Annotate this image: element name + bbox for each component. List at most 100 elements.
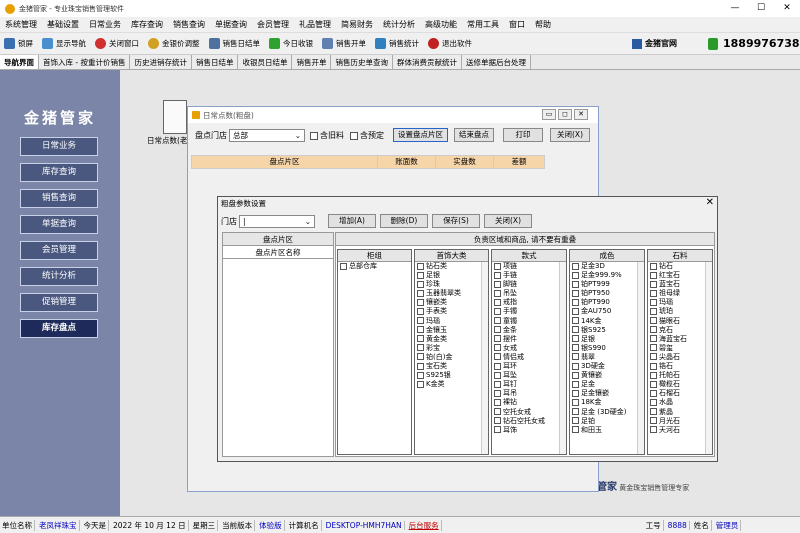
print-button[interactable]: 打印 <box>503 128 543 142</box>
option-checkbox[interactable] <box>572 289 579 297</box>
option-checkbox[interactable] <box>650 426 657 434</box>
sidebar-item-stats[interactable]: 统计分析 <box>20 267 98 286</box>
option-checkbox[interactable] <box>572 317 579 325</box>
option-item[interactable]: 耳环 <box>492 362 566 371</box>
option-checkbox[interactable] <box>494 389 501 397</box>
inv-maximize-button[interactable]: ◻ <box>558 109 572 120</box>
option-item[interactable]: 手表类 <box>415 307 488 316</box>
sidebar-item-bills[interactable]: 单据查询 <box>20 215 98 234</box>
sidebar-item-sales[interactable]: 销售查询 <box>20 189 98 208</box>
option-item[interactable]: 手镯 <box>492 307 566 316</box>
option-item[interactable]: 猫眼石 <box>648 317 712 326</box>
option-checkbox[interactable] <box>650 417 657 425</box>
option-item[interactable]: 金镶玉 <box>415 326 488 335</box>
option-checkbox[interactable] <box>650 335 657 343</box>
option-item[interactable]: 铂PT999 <box>570 280 644 289</box>
option-item[interactable]: 天河石 <box>648 426 712 435</box>
option-item[interactable]: 海蓝宝石 <box>648 335 712 344</box>
option-checkbox[interactable] <box>572 426 579 434</box>
close-inv-button[interactable]: 关闭(X) <box>550 128 590 142</box>
option-checkbox[interactable] <box>650 408 657 415</box>
menu-item[interactable]: 高级功能 <box>425 19 457 30</box>
tab-sales-history[interactable]: 销售历史单查询 <box>331 55 393 69</box>
option-checkbox[interactable] <box>494 298 501 306</box>
option-item[interactable]: 项链 <box>492 262 566 271</box>
option-item[interactable]: 耳坠 <box>492 371 566 380</box>
set-zone-button[interactable]: 设置盘点片区 <box>393 128 448 142</box>
tab-group-stats[interactable]: 群体消费贡献统计 <box>392 55 462 69</box>
lock-screen-button[interactable]: 锁屏 <box>4 38 33 49</box>
menu-item[interactable]: 单据查询 <box>215 19 247 30</box>
option-checkbox[interactable] <box>650 380 657 388</box>
option-checkbox[interactable] <box>417 335 424 343</box>
website-link[interactable]: 金猪官网 <box>632 38 677 49</box>
option-item[interactable]: 彩宝 <box>415 344 488 353</box>
sales-stats-button[interactable]: 销售统计 <box>375 38 419 49</box>
option-checkbox[interactable] <box>572 280 579 288</box>
menu-item[interactable]: 基础设置 <box>47 19 79 30</box>
option-item[interactable]: 尖晶石 <box>648 353 712 362</box>
option-checkbox[interactable] <box>494 307 501 315</box>
option-checkbox[interactable] <box>494 344 501 352</box>
option-item[interactable]: 脚链 <box>492 280 566 289</box>
option-checkbox[interactable] <box>417 298 424 306</box>
option-checkbox[interactable] <box>417 307 424 315</box>
option-item[interactable]: 祖母绿 <box>648 289 712 298</box>
option-checkbox[interactable] <box>650 362 657 370</box>
option-checkbox[interactable] <box>650 289 657 297</box>
inv-minimize-button[interactable]: ▭ <box>542 109 556 120</box>
dialog-close-icon[interactable]: ✕ <box>706 197 714 208</box>
option-item[interactable]: 钻石类 <box>415 262 488 271</box>
option-item[interactable]: 金AU750 <box>570 307 644 316</box>
option-item[interactable]: 手链 <box>492 271 566 280</box>
delete-button[interactable]: 删除(D) <box>380 214 428 228</box>
option-checkbox[interactable] <box>417 280 424 288</box>
option-checkbox[interactable] <box>572 408 579 415</box>
style-scrollbar[interactable] <box>559 262 566 454</box>
option-item[interactable]: 14K金 <box>570 317 644 326</box>
tab-cashier-daily[interactable]: 收银员日结单 <box>238 55 293 69</box>
option-checkbox[interactable] <box>572 398 579 406</box>
option-item[interactable]: 琥珀 <box>648 307 712 316</box>
option-checkbox[interactable] <box>650 262 657 270</box>
tab-sales-order[interactable]: 销售开单 <box>292 55 332 69</box>
option-checkbox[interactable] <box>572 335 579 343</box>
option-checkbox[interactable] <box>417 380 424 388</box>
option-checkbox[interactable] <box>494 271 501 279</box>
minimize-button[interactable]: — <box>722 0 748 17</box>
option-item[interactable]: 耳饰 <box>492 426 566 435</box>
option-checkbox[interactable] <box>572 262 579 270</box>
menu-item[interactable]: 日常业务 <box>89 19 121 30</box>
option-item[interactable]: 摆件 <box>492 335 566 344</box>
option-checkbox[interactable] <box>494 408 501 415</box>
option-checkbox[interactable] <box>417 362 424 370</box>
inventory-shortcut-icon[interactable] <box>163 100 187 134</box>
option-checkbox[interactable] <box>417 371 424 379</box>
sidebar-item-inventory[interactable]: 库存盘点 <box>20 319 98 338</box>
option-checkbox[interactable] <box>417 344 424 352</box>
option-checkbox[interactable] <box>572 344 579 352</box>
option-item[interactable]: 黄金类 <box>415 335 488 344</box>
exit-button[interactable]: 退出软件 <box>428 38 472 49</box>
option-item[interactable]: 足金999.9% <box>570 271 644 280</box>
menu-item[interactable]: 库存查询 <box>131 19 163 30</box>
option-checkbox[interactable] <box>650 307 657 315</box>
option-checkbox[interactable] <box>572 326 579 334</box>
option-checkbox[interactable] <box>417 317 424 325</box>
option-checkbox[interactable] <box>494 326 501 334</box>
option-item[interactable]: 足金 (3D硬金) <box>570 408 644 417</box>
gold-price-button[interactable]: 金银价调整 <box>148 38 200 49</box>
option-checkbox[interactable] <box>494 353 501 361</box>
sidebar-item-stock[interactable]: 库存查询 <box>20 163 98 182</box>
option-item[interactable]: 翡翠 <box>570 353 644 362</box>
tab-stock-in[interactable]: 首饰入库 - 按重计价销售 <box>39 55 131 69</box>
option-checkbox[interactable] <box>650 389 657 397</box>
add-button[interactable]: 增加(A) <box>328 214 376 228</box>
inv-close-button[interactable]: ✕ <box>574 109 588 120</box>
stone-scrollbar[interactable] <box>705 262 712 454</box>
option-checkbox[interactable] <box>417 289 424 297</box>
option-checkbox[interactable] <box>494 262 501 270</box>
menu-item[interactable]: 窗口 <box>509 19 525 30</box>
option-item[interactable]: K金类 <box>415 380 488 389</box>
option-item[interactable]: 碧玺 <box>648 344 712 353</box>
